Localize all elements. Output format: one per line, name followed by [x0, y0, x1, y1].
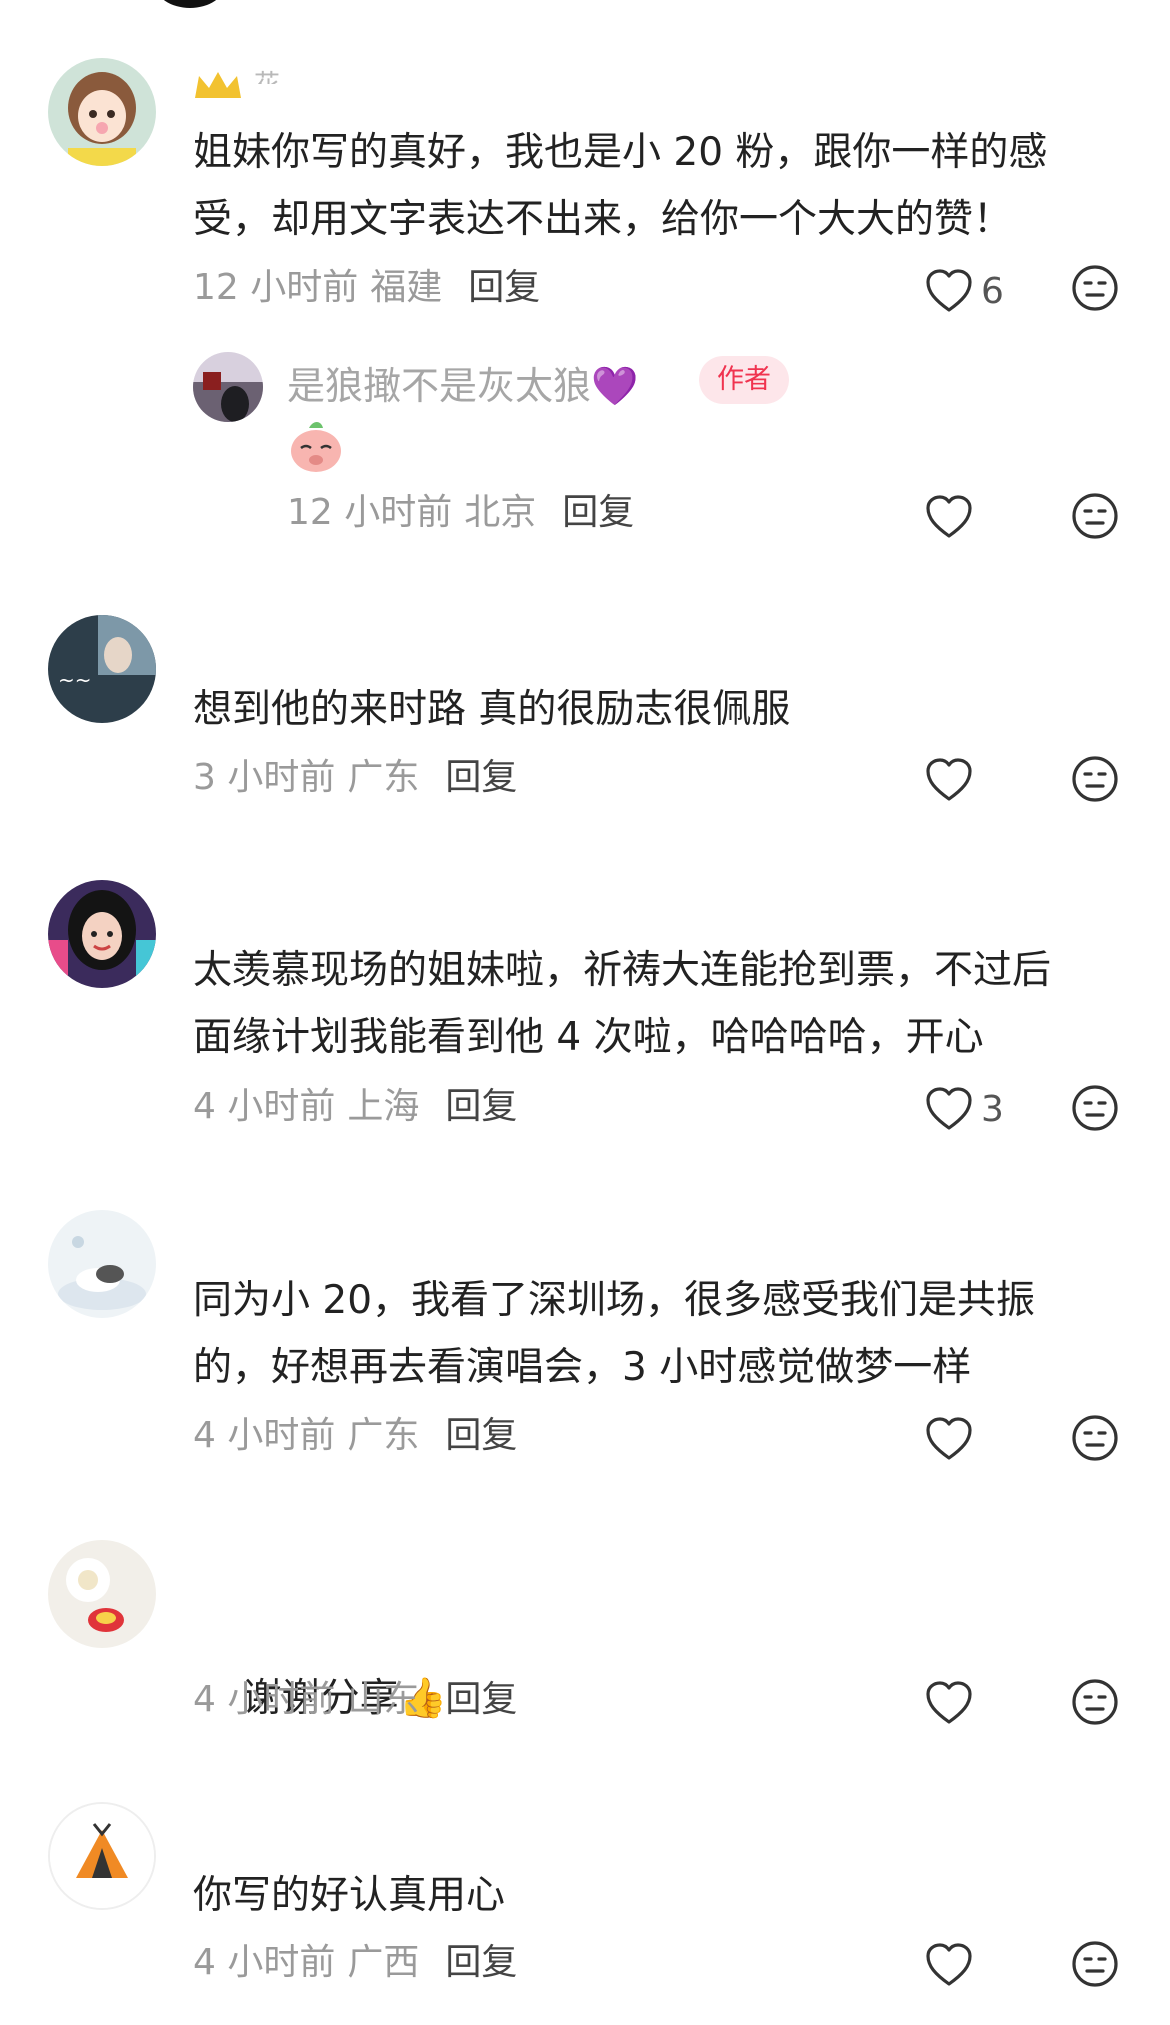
dislike-button[interactable]	[1071, 1084, 1119, 1132]
comment-text: 同为小 20，我看了深圳场，很多感受我们是共振 的，好想再去看演唱会，3 小时感…	[193, 1278, 1036, 1390]
comment-meta: 12 小时前 北京 回复	[287, 491, 634, 535]
comment-location: 广西	[347, 1942, 420, 1983]
photo-avatar-icon[interactable]: ~~	[48, 615, 156, 723]
dislike-button[interactable]	[1071, 492, 1119, 540]
like-button[interactable]	[925, 1940, 973, 1990]
comment-meta: 12 小时前 福建 回复	[193, 266, 540, 310]
previous-avatar-fragment	[155, 0, 225, 8]
reply-button[interactable]: 回复	[445, 1415, 517, 1456]
reply-button[interactable]: 回复	[445, 757, 517, 798]
comment-location: 山东	[347, 1679, 420, 1720]
comment-time: 12 小时前	[193, 267, 359, 308]
heart-icon	[926, 1417, 972, 1460]
reply-button[interactable]: 回复	[445, 1679, 517, 1720]
neutral-face-icon	[1072, 1941, 1118, 1987]
comment-time: 4 小时前	[193, 1679, 336, 1720]
heart-icon	[926, 1681, 972, 1724]
neutral-face-icon	[1072, 1415, 1118, 1461]
comment-location: 福建	[370, 267, 443, 308]
comment-time: 4 小时前	[193, 1086, 336, 1127]
like-count: 6	[981, 270, 1004, 312]
comment-location: 广东	[347, 1415, 420, 1456]
pig-sticker-icon	[287, 418, 345, 478]
like-button[interactable]	[925, 492, 973, 542]
comment-meta: 4 小时前 上海 回复	[193, 1085, 517, 1129]
heart-icon	[926, 1943, 972, 1986]
comment-text: 想到他的来时路 真的很励志很佩服	[193, 687, 791, 732]
comment-username[interactable]: 花	[254, 70, 284, 84]
neutral-face-icon	[1072, 756, 1118, 802]
author-avatar-icon[interactable]	[193, 352, 263, 422]
comment-meta: 4 小时前 山东 回复	[193, 1678, 517, 1722]
cloud-cat-avatar-icon[interactable]	[48, 1210, 156, 1318]
reply-button[interactable]: 回复	[445, 1086, 517, 1127]
heart-icon	[926, 495, 972, 538]
dislike-button[interactable]	[1071, 1414, 1119, 1462]
crown-icon	[193, 68, 243, 104]
neutral-face-icon	[1072, 1679, 1118, 1725]
comment-meta: 4 小时前 广东 回复	[193, 1414, 517, 1458]
reply-button[interactable]: 回复	[468, 267, 540, 308]
author-username[interactable]: 是狼撖不是灰太狼💜	[287, 355, 638, 410]
like-button[interactable]	[925, 755, 973, 805]
flower-avatar-icon[interactable]	[48, 1540, 156, 1648]
neutral-face-icon	[1072, 1085, 1118, 1131]
comment-text: 太羡慕现场的姐妹啦，祈祷大连能抢到票，不过后 面缘计划我能看到他 4 次啦，哈哈…	[193, 948, 1052, 1060]
comment-location: 广东	[347, 757, 420, 798]
dislike-button[interactable]	[1071, 1678, 1119, 1726]
heart-icon	[926, 269, 972, 312]
comment-text: 姐妹你写的真好，我也是小 20 粉，跟你一样的感 受，却用文字表达不出来，给你一…	[193, 130, 1048, 242]
svg-text:~~: ~~	[58, 668, 92, 692]
comment-time: 4 小时前	[193, 1942, 336, 1983]
heart-icon	[926, 758, 972, 801]
purple-heart-icon: 💜	[591, 364, 639, 408]
comment-location: 上海	[347, 1086, 420, 1127]
heart-icon	[926, 1087, 972, 1130]
neutral-face-icon	[1072, 493, 1118, 539]
dislike-button[interactable]	[1071, 264, 1119, 312]
comment-time: 3 小时前	[193, 757, 336, 798]
reply-button[interactable]: 回复	[445, 1942, 517, 1983]
reply-button[interactable]: 回复	[562, 492, 634, 533]
comment-meta: 4 小时前 广西 回复	[193, 1941, 517, 1985]
like-button[interactable]	[925, 1414, 973, 1464]
dislike-button[interactable]	[1071, 755, 1119, 803]
like-button[interactable]: 6	[925, 266, 1004, 316]
comment-time: 12 小时前	[287, 492, 453, 533]
bottom-fade	[0, 1989, 1170, 2025]
like-button[interactable]	[925, 1678, 973, 1728]
cartoon-girl-avatar-icon[interactable]	[48, 58, 156, 166]
comment-location: 北京	[464, 492, 537, 533]
author-badge: 作者	[699, 356, 789, 404]
like-button[interactable]: 3	[925, 1084, 1004, 1134]
comment-time: 4 小时前	[193, 1415, 336, 1456]
colorful-girl-avatar-icon[interactable]	[48, 880, 156, 988]
author-name-text: 是狼撖不是灰太狼	[287, 364, 592, 408]
tent-avatar-icon[interactable]	[48, 1802, 156, 1910]
like-count: 3	[981, 1088, 1004, 1130]
dislike-button[interactable]	[1071, 1940, 1119, 1988]
comment-text: 你写的好认真用心	[193, 1873, 506, 1918]
neutral-face-icon	[1072, 265, 1118, 311]
comment-meta: 3 小时前 广东 回复	[193, 756, 517, 800]
